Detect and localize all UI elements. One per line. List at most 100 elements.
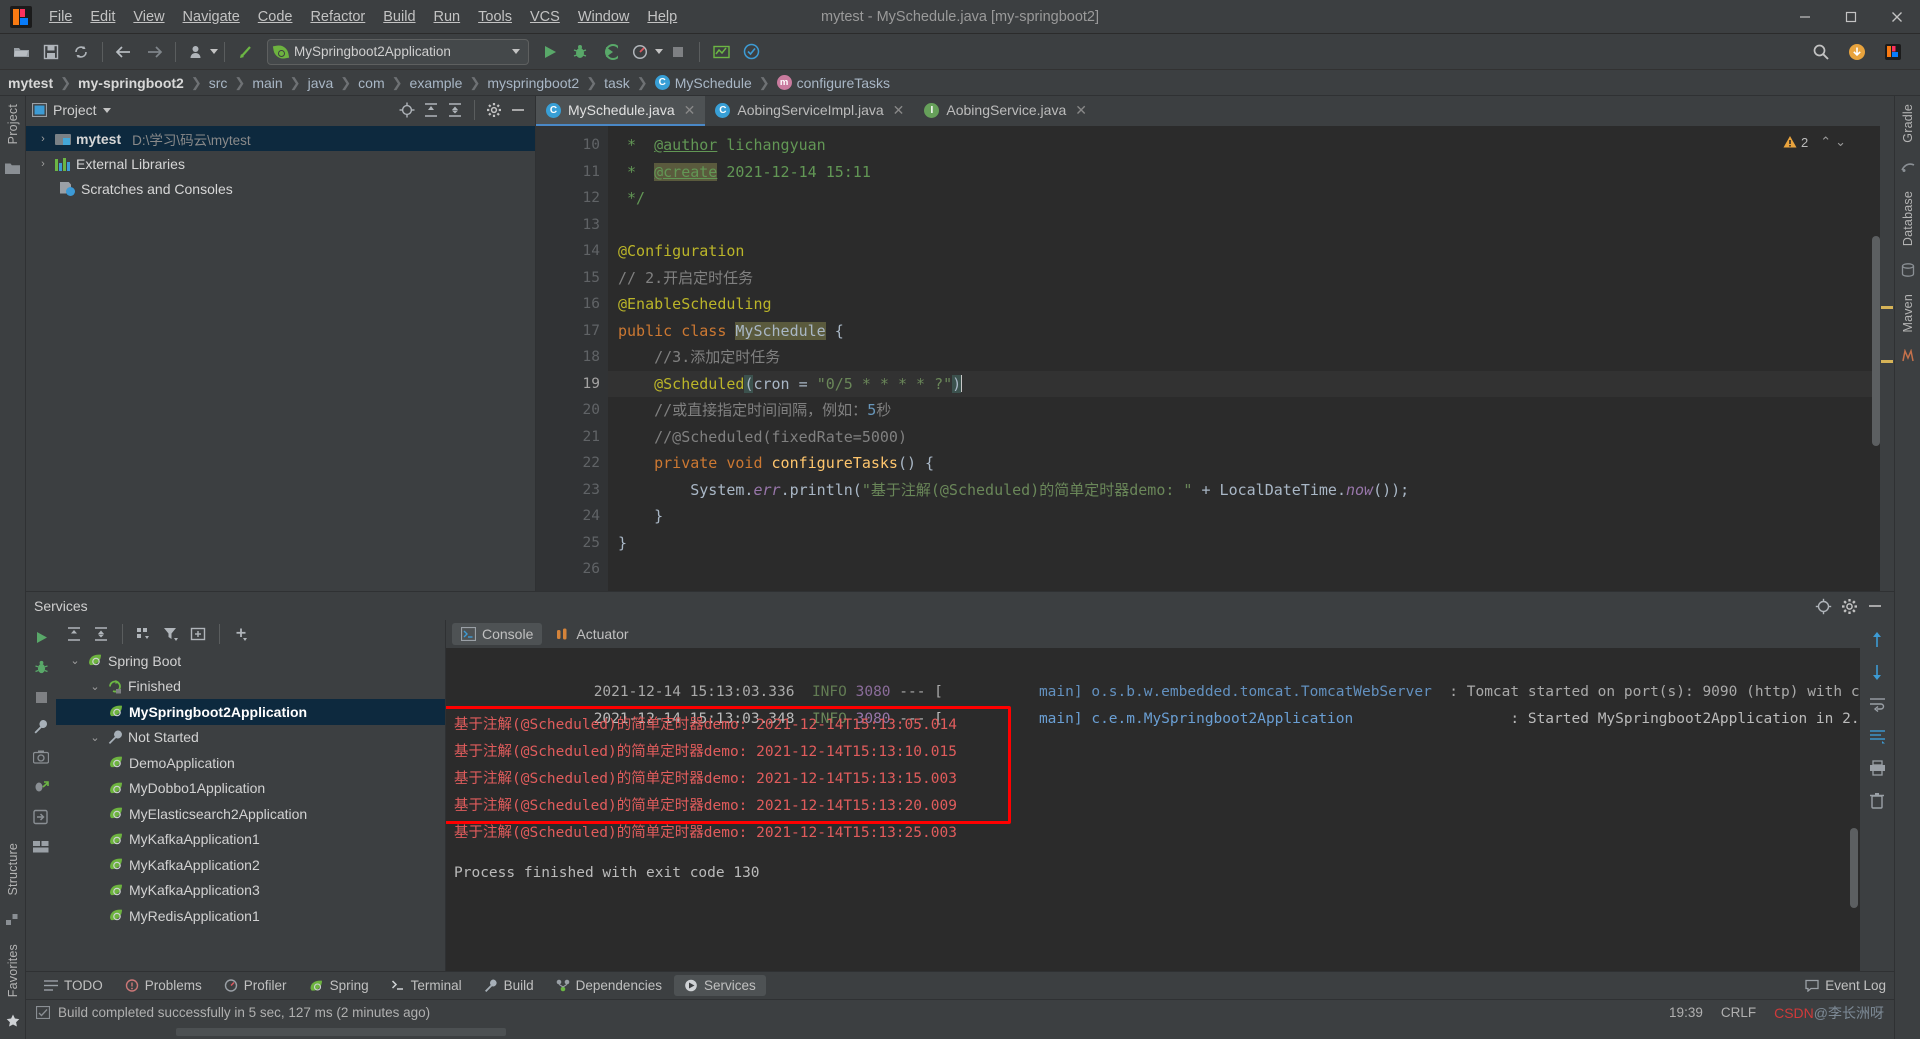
services-node-spring-boot[interactable]: ⌄ Spring Boot bbox=[56, 648, 445, 674]
chevron-down-icon[interactable]: ⌄ bbox=[88, 731, 102, 744]
gradle-icon[interactable] bbox=[1898, 157, 1918, 177]
expand-all-icon[interactable] bbox=[62, 622, 86, 646]
chevron-down-icon[interactable] bbox=[102, 107, 111, 113]
save-all-icon[interactable] bbox=[37, 39, 65, 65]
breadcrumb-item-class[interactable]: C MySchedule bbox=[654, 75, 752, 91]
chevron-down-icon[interactable] bbox=[512, 49, 520, 54]
editor-scrollbar[interactable] bbox=[1872, 236, 1880, 446]
status-line-separator[interactable]: CRLF bbox=[1721, 1005, 1756, 1020]
rail-structure-label[interactable]: Structure bbox=[6, 835, 20, 904]
chart-icon[interactable] bbox=[707, 39, 735, 65]
print-icon[interactable] bbox=[1864, 754, 1890, 782]
console-scrollbar[interactable] bbox=[1850, 828, 1858, 908]
breadcrumb-item-method[interactable]: m configureTasks bbox=[776, 75, 890, 91]
breadcrumb-item-example[interactable]: example bbox=[410, 75, 463, 91]
close-icon[interactable]: ✕ bbox=[893, 102, 905, 119]
add-icon[interactable] bbox=[229, 622, 253, 646]
sync-icon[interactable] bbox=[67, 39, 95, 65]
code-content[interactable]: * @author lichangyuan * @create 2021-12-… bbox=[608, 126, 1894, 591]
maximize-button[interactable] bbox=[1828, 0, 1874, 34]
services-node-mykafkaapplication2[interactable]: MyKafkaApplication2 bbox=[56, 852, 445, 878]
camera-icon[interactable] bbox=[29, 744, 53, 770]
services-node-mydobbo1application[interactable]: MyDobbo1Application bbox=[56, 776, 445, 802]
search-icon[interactable] bbox=[1807, 39, 1835, 65]
chevron-up-icon[interactable]: ⌃ bbox=[1820, 134, 1831, 150]
add-tab-icon[interactable] bbox=[186, 622, 210, 646]
event-log-label[interactable]: Event Log bbox=[1825, 978, 1886, 993]
menu-tools[interactable]: Tools bbox=[469, 0, 521, 33]
toolwindow-problems[interactable]: Problems bbox=[115, 975, 212, 996]
menu-view[interactable]: View bbox=[124, 0, 173, 33]
services-node-myelasticsearch2application[interactable]: MyElasticsearch2Application bbox=[56, 801, 445, 827]
services-node-myredisapplication1[interactable]: MyRedisApplication1 bbox=[56, 903, 445, 929]
collapse-all-icon[interactable] bbox=[444, 99, 466, 121]
star-icon[interactable] bbox=[3, 1011, 23, 1031]
services-node-demoapplication[interactable]: DemoApplication bbox=[56, 750, 445, 776]
run-button[interactable] bbox=[536, 39, 564, 65]
breadcrumb-item-project[interactable]: mytest bbox=[8, 75, 53, 91]
tab-aobingserviceimpl-java[interactable]: C AobingServiceImpl.java ✕ bbox=[705, 96, 914, 126]
profiler-caret-icon[interactable] bbox=[655, 49, 663, 54]
exit-icon[interactable] bbox=[29, 804, 53, 830]
services-node-not-started[interactable]: ⌄ Not Started bbox=[56, 725, 445, 751]
toolwindow-dependencies[interactable]: Dependencies bbox=[546, 975, 672, 996]
tab-myschedule-java[interactable]: C MySchedule.java ✕ bbox=[536, 96, 706, 126]
breadcrumb-item-main[interactable]: main bbox=[252, 75, 282, 91]
trash-icon[interactable] bbox=[1864, 786, 1890, 814]
database-icon[interactable] bbox=[1898, 260, 1918, 280]
scroll-to-end-icon[interactable] bbox=[1864, 722, 1890, 750]
layout-icon[interactable] bbox=[29, 834, 53, 860]
code-editor[interactable]: 10 11 12 13 14 15 16 17 18 19 20 21 22 2… bbox=[536, 126, 1894, 591]
tab-console[interactable]: Console bbox=[452, 623, 543, 645]
check-icon[interactable] bbox=[737, 39, 765, 65]
folder-icon[interactable] bbox=[3, 158, 23, 178]
settings-wrench-icon[interactable] bbox=[29, 714, 53, 740]
tree-item-scratches[interactable]: Scratches and Consoles bbox=[26, 176, 535, 201]
inspection-status[interactable]: 2 ⌃ ⌄ bbox=[1783, 134, 1846, 150]
horizontal-scrollbar[interactable] bbox=[176, 1028, 506, 1036]
minimize-button[interactable] bbox=[1782, 0, 1828, 34]
breadcrumb-item-java[interactable]: java bbox=[308, 75, 334, 91]
breadcrumb-item-src[interactable]: src bbox=[209, 75, 228, 91]
menu-run[interactable]: Run bbox=[425, 0, 470, 33]
close-icon[interactable]: ✕ bbox=[684, 102, 696, 119]
tab-aobingservice-java[interactable]: I AobingService.java ✕ bbox=[914, 96, 1097, 126]
services-node-finished[interactable]: ⌄ Finished bbox=[56, 674, 445, 700]
menu-refactor[interactable]: Refactor bbox=[301, 0, 374, 33]
threaddump-icon[interactable] bbox=[29, 774, 53, 800]
locate-icon[interactable] bbox=[396, 99, 418, 121]
menu-window[interactable]: Window bbox=[569, 0, 639, 33]
tab-actuator[interactable]: Actuator bbox=[546, 623, 637, 645]
close-icon[interactable]: ✕ bbox=[1075, 102, 1087, 119]
chevron-down-icon[interactable]: ⌄ bbox=[88, 680, 102, 693]
run-with-coverage-button[interactable] bbox=[596, 39, 624, 65]
menu-navigate[interactable]: Navigate bbox=[174, 0, 249, 33]
breadcrumb-item-com[interactable]: com bbox=[358, 75, 384, 91]
collapse-all-icon[interactable] bbox=[89, 622, 113, 646]
editor-error-stripe[interactable] bbox=[1880, 126, 1894, 591]
scroll-up-icon[interactable] bbox=[1864, 626, 1890, 654]
services-node-mykafkaapplication1[interactable]: MyKafkaApplication1 bbox=[56, 827, 445, 853]
toolwindow-build[interactable]: Build bbox=[474, 975, 544, 996]
menu-edit[interactable]: Edit bbox=[81, 0, 124, 33]
services-node-mykafkaapplication3[interactable]: MyKafkaApplication3 bbox=[56, 878, 445, 904]
scroll-down-icon[interactable] bbox=[1864, 658, 1890, 686]
toolwindow-todo[interactable]: TODO bbox=[34, 975, 113, 996]
profile-caret-icon[interactable] bbox=[210, 49, 218, 54]
menu-build[interactable]: Build bbox=[374, 0, 424, 33]
stop-icon[interactable] bbox=[29, 684, 53, 710]
menu-help[interactable]: Help bbox=[638, 0, 686, 33]
profile-icon[interactable] bbox=[183, 39, 211, 65]
hide-icon[interactable] bbox=[507, 99, 529, 121]
run-configuration-selector[interactable]: MySpringboot2Application bbox=[267, 38, 529, 65]
debug-button[interactable] bbox=[566, 39, 594, 65]
expand-all-icon[interactable] bbox=[420, 99, 442, 121]
target-icon[interactable] bbox=[1812, 595, 1834, 617]
stop-button[interactable] bbox=[664, 39, 692, 65]
forward-arrow-icon[interactable] bbox=[140, 39, 168, 65]
filter-icon[interactable] bbox=[159, 622, 183, 646]
toolwindow-services[interactable]: Services bbox=[673, 975, 766, 996]
rail-database-label[interactable]: Database bbox=[1901, 183, 1915, 254]
breadcrumb-item-myspringboot2[interactable]: myspringboot2 bbox=[487, 75, 579, 91]
profiler-button[interactable] bbox=[626, 39, 654, 65]
